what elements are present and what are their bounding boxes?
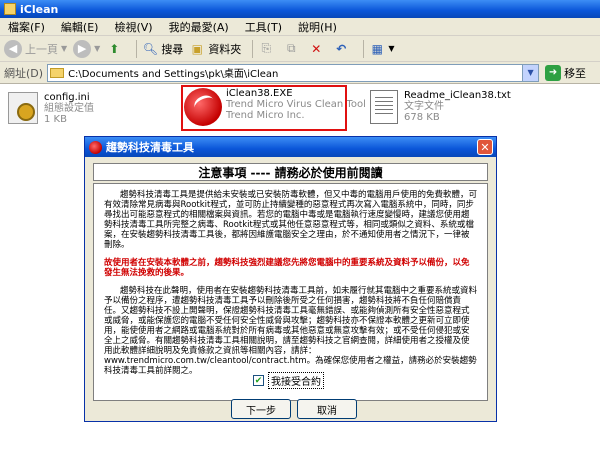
close-button[interactable]: ✕ [477, 139, 493, 155]
cancel-button[interactable]: 取消 [297, 399, 357, 419]
address-label: 網址(D) [4, 66, 44, 80]
delete-icon: ✕ [311, 41, 322, 56]
views-icon: ▦ [371, 41, 383, 56]
menu-favorites[interactable]: 我的最愛(A) [161, 19, 237, 35]
search-button[interactable]: 🔍︎ 搜尋 [142, 41, 184, 57]
chevron-down-icon: ▼ [94, 44, 101, 53]
forward-arrow-icon: ▶ [73, 39, 92, 58]
toolbar-divider [136, 39, 138, 58]
checkmark-icon: ✔ [253, 375, 264, 386]
copy-to-icon: ⧉ [287, 41, 296, 55]
window-title: iClean [20, 2, 59, 16]
address-path: C:\Documents and Settings\pk\桌面\iClean [68, 69, 279, 80]
dialog-titlebar: 趨勢科技清毒工具 [85, 137, 496, 157]
go-arrow-icon: ➜ [545, 64, 562, 81]
menu-edit[interactable]: 編輯(E) [53, 19, 107, 35]
undo-icon: ↶ [336, 41, 347, 56]
accept-agreement-checkbox[interactable]: ✔ 我接受合約 [253, 372, 324, 389]
notice-paragraph: 趨勢科技在此聲明，使用者在安裝趨勢科技清毒工具前，如未履行就其電腦中之重要系統或… [104, 286, 478, 376]
selection-highlight [181, 85, 347, 131]
file-name: config.ini [44, 92, 90, 103]
up-folder-button[interactable]: ⬆ [106, 41, 125, 57]
accept-agreement-label: 我接受合約 [268, 372, 324, 389]
warning-paragraph: 故使用者在安裝本軟體之前，趨勢科技強烈建議您先將您電腦中的重要系統及資料予以備份… [104, 258, 470, 278]
file-type: 組態設定值 [44, 103, 94, 114]
file-name: Readme_iClean38.txt [404, 90, 511, 101]
text-file-icon [370, 90, 398, 124]
move-to-button[interactable]: ⎘ [258, 41, 277, 57]
license-dialog: 趨勢科技清毒工具 ✕ 注意事項 ---- 請務必於使用前閱讀 趨勢科技清毒工具是… [84, 136, 497, 422]
window-titlebar: iClean [0, 0, 600, 18]
chevron-down-icon[interactable]: ▼ [522, 64, 539, 81]
trend-micro-logo-icon [89, 140, 102, 154]
config-file-icon [8, 92, 38, 124]
notice-paragraph: 趨勢科技清毒工具是提供給未安裝或已安裝防毒軟體，但又中毒的電腦用戶使用的免費軟體… [104, 190, 478, 250]
next-button[interactable]: 下一步 [231, 399, 291, 419]
copy-to-button[interactable]: ⧉ [283, 41, 302, 57]
dialog-title: 趨勢科技清毒工具 [106, 141, 194, 154]
address-bar: 網址(D) C:\Documents and Settings\pk\桌面\iC… [0, 62, 600, 84]
menu-view[interactable]: 檢視(V) [106, 19, 160, 35]
toolbar-divider [363, 39, 365, 58]
menu-help[interactable]: 說明(H) [290, 19, 345, 35]
chevron-down-icon: ▼ [388, 44, 395, 53]
file-size: 1 KB [44, 114, 67, 125]
menu-file[interactable]: 檔案(F) [0, 19, 53, 35]
back-arrow-icon: ◀ [4, 39, 22, 58]
menu-bar: 檔案(F) 編輯(E) 檢視(V) 我的最愛(A) 工具(T) 說明(H) [0, 18, 600, 36]
move-to-icon: ⎘ [261, 41, 272, 55]
notice-heading: 注意事項 ---- 請務必於使用前閱讀 [93, 163, 488, 181]
file-type: 文字文件 [404, 101, 444, 112]
search-icon: 🔍︎ [142, 41, 158, 56]
folders-button[interactable]: ▣ 資料夾 [189, 41, 242, 57]
folders-icon: ▣ [191, 41, 203, 56]
folder-icon [50, 67, 65, 78]
folder-icon [4, 3, 16, 15]
back-button[interactable]: ◀ 上一頁 ▼ [4, 39, 68, 58]
close-icon: ✕ [480, 140, 490, 154]
chevron-down-icon: ▼ [61, 44, 68, 53]
address-input[interactable]: C:\Documents and Settings\pk\桌面\iClean ▼ [47, 63, 540, 82]
toolbar: ◀ 上一頁 ▼ ▶ ▼ ⬆ 🔍︎ 搜尋 ▣ 資料夾 ⎘ ⧉ ✕ ↶ ▦ ▼ [0, 36, 600, 62]
delete-button[interactable]: ✕ [308, 41, 327, 57]
file-item-readme[interactable]: Readme_iClean38.txt 文字文件 678 KB [370, 90, 511, 124]
up-folder-icon: ⬆ [109, 41, 120, 56]
undo-button[interactable]: ↶ [333, 41, 352, 57]
file-item-config[interactable]: config.ini 組態設定值 1 KB [8, 92, 94, 125]
go-button[interactable]: ➜ 移至 [545, 64, 586, 81]
menu-tools[interactable]: 工具(T) [237, 19, 290, 35]
file-size: 678 KB [404, 112, 440, 123]
toolbar-divider [252, 39, 254, 58]
views-button[interactable]: ▦ ▼ [369, 41, 395, 57]
forward-button[interactable]: ▶ ▼ [73, 39, 101, 58]
notice-text-area[interactable]: 趨勢科技清毒工具是提供給未安裝或已安裝防毒軟體，但又中毒的電腦用戶使用的免費軟體… [93, 183, 488, 401]
